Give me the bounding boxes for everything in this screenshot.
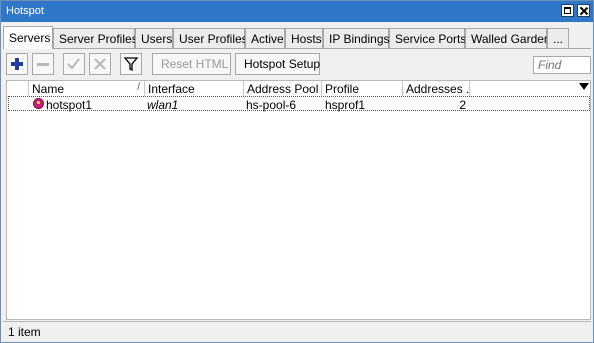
tab-user-profiles[interactable]: User Profiles	[173, 28, 248, 48]
toolbar: Reset HTML Hotspot Setup	[1, 51, 593, 77]
header-address-pool[interactable]: Address Pool	[244, 81, 322, 97]
header-name[interactable]: Name /	[29, 81, 145, 97]
header-addresses[interactable]: Addresses ...	[403, 81, 470, 97]
filter-button[interactable]	[120, 53, 142, 75]
cell-profile: hsprof1	[325, 98, 366, 112]
tab-active[interactable]: Active	[245, 28, 285, 48]
tab-servers[interactable]: Servers	[3, 26, 53, 49]
tab-more[interactable]: ...	[547, 28, 569, 48]
enable-button[interactable]	[63, 53, 85, 75]
tab-ip-bindings[interactable]: IP Bindings	[323, 28, 390, 48]
check-icon	[67, 58, 80, 70]
header-profile[interactable]: Profile	[322, 81, 403, 97]
tab-server-profiles[interactable]: Server Profiles	[53, 28, 138, 48]
disable-button[interactable]	[89, 53, 111, 75]
tab-divider	[3, 48, 591, 49]
remove-button[interactable]	[32, 53, 54, 75]
cell-interface: wlan1	[147, 98, 179, 112]
sort-icon: /	[137, 82, 140, 93]
window-title: Hotspot	[6, 5, 44, 17]
add-button[interactable]	[6, 53, 28, 75]
tab-service-ports[interactable]: Service Ports	[389, 28, 466, 48]
cell-address-pool: hs-pool-6	[246, 98, 297, 112]
title-bar[interactable]: Hotspot	[1, 1, 593, 22]
tab-walled-garden[interactable]: Walled Garden	[465, 28, 551, 48]
column-menu-icon[interactable]	[579, 83, 589, 90]
cell-name: hotspot1	[46, 98, 93, 112]
header-flags[interactable]	[7, 81, 29, 97]
item-count: 1 item	[8, 325, 41, 339]
tab-hosts[interactable]: Hosts	[285, 28, 323, 48]
header-name-label: Name	[32, 82, 65, 96]
tab-users[interactable]: Users	[135, 28, 173, 48]
hotspot-window: Hotspot Servers Server Profiles Users Us…	[0, 0, 594, 343]
servers-table: Name / Interface Address Pool Profile Ad…	[6, 80, 591, 320]
filter-icon	[123, 57, 139, 72]
hotspot-setup-button[interactable]: Hotspot Setup	[235, 53, 320, 75]
minus-icon	[37, 63, 49, 66]
cell-addresses: 2	[459, 98, 466, 112]
hotspot-server-icon	[33, 98, 44, 109]
maximize-icon[interactable]	[561, 4, 574, 17]
status-bar: 1 item	[3, 321, 591, 341]
find-input[interactable]	[533, 56, 591, 74]
x-icon	[94, 58, 106, 70]
close-icon[interactable]	[577, 4, 590, 17]
table-row[interactable]: hotspot1 wlan1 hs-pool-6 hsprof1 2	[8, 96, 590, 112]
reset-html-button[interactable]: Reset HTML	[152, 53, 231, 75]
plus-icon	[11, 58, 23, 70]
header-interface[interactable]: Interface	[145, 81, 244, 97]
